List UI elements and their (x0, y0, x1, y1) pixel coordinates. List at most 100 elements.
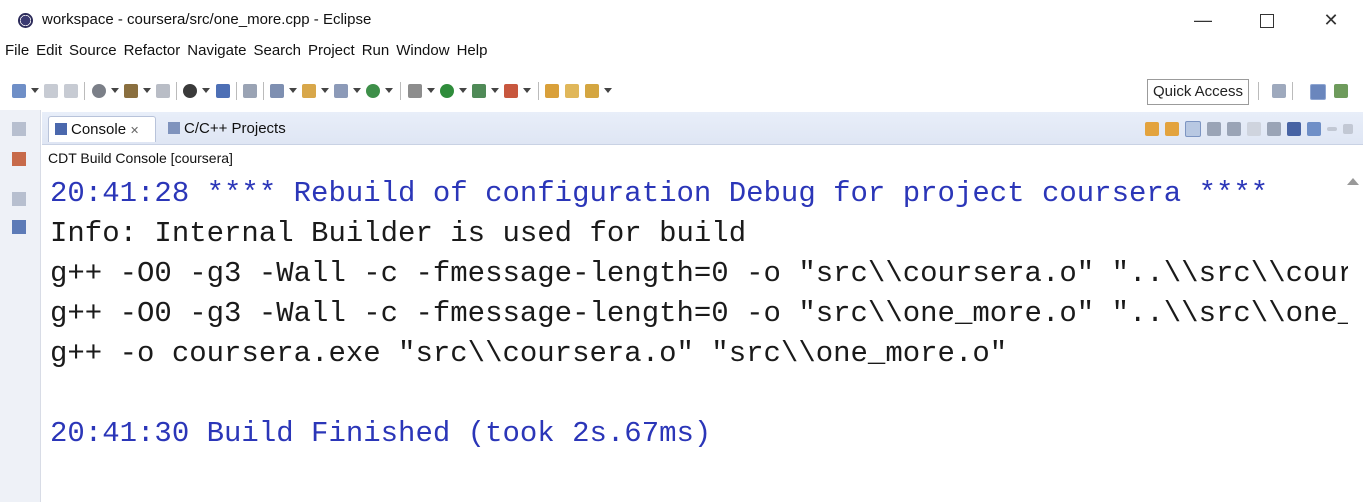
menu-window[interactable]: Window (396, 42, 449, 59)
maximize-icon (1260, 14, 1274, 28)
window-title: workspace - coursera/src/one_more.cpp - … (42, 11, 372, 28)
menu-edit[interactable]: Edit (36, 42, 62, 59)
debug-run-dropdown-icon[interactable] (427, 88, 435, 93)
open-console-icon[interactable] (1307, 121, 1321, 136)
terminal-icon[interactable] (216, 84, 230, 98)
menu-navigate[interactable]: Navigate (187, 42, 246, 59)
new-folder-icon[interactable] (302, 84, 316, 98)
console-line: g++ -O0 -g3 -Wall -c -fmessage-length=0 … (50, 297, 1348, 330)
restore-icon[interactable] (12, 192, 26, 206)
new-file-icon[interactable] (334, 84, 348, 98)
eclipse-logo-icon (18, 13, 33, 28)
clear-console-icon[interactable] (1247, 121, 1261, 136)
coverage-icon[interactable] (472, 84, 486, 98)
toolbar-separator (236, 82, 237, 100)
scroll-lock-icon[interactable] (1185, 120, 1201, 137)
toolbar-separator (176, 82, 177, 100)
vertical-scrollbar[interactable] (1343, 172, 1363, 502)
debug-bug-icon[interactable] (183, 84, 197, 98)
paste-icon[interactable] (1227, 121, 1241, 136)
tab-console-label: Console (71, 121, 127, 138)
toolbar-separator (1292, 82, 1293, 100)
tab-projects-label: C/C++ Projects (184, 120, 286, 137)
menu-source[interactable]: Source (69, 42, 117, 59)
debug-run-icon[interactable] (408, 84, 422, 98)
console-output[interactable]: 20:41:28 **** Rebuild of configuration D… (50, 174, 1348, 454)
build-dropdown-icon[interactable] (143, 88, 151, 93)
debug-perspective-icon[interactable] (1334, 84, 1348, 98)
maximize-button[interactable] (1244, 6, 1290, 34)
menu-run[interactable]: Run (362, 42, 390, 59)
new-dropdown-icon[interactable] (31, 88, 39, 93)
search-dropdown-icon[interactable] (604, 88, 612, 93)
console-line: 20:41:30 Build Finished (took 2s.67ms) (50, 417, 712, 450)
run-dropdown-icon[interactable] (459, 88, 467, 93)
menu-file[interactable]: File (5, 42, 29, 59)
console-line: g++ -o coursera.exe "src\\coursera.o" "s… (50, 337, 1008, 370)
outline-icon[interactable] (12, 220, 26, 234)
console-icon (55, 123, 67, 135)
save-all-icon[interactable] (64, 84, 78, 98)
menu-project[interactable]: Project (308, 42, 355, 59)
minimize-button[interactable]: — (1180, 6, 1226, 34)
new-class-dropdown-icon[interactable] (385, 88, 393, 93)
new-file-dropdown-icon[interactable] (353, 88, 361, 93)
quick-access-field[interactable]: Quick Access (1147, 79, 1249, 105)
new-project-icon[interactable] (270, 84, 284, 98)
console-line: g++ -O0 -g3 -Wall -c -fmessage-length=0 … (50, 257, 1348, 290)
run-icon[interactable] (440, 84, 454, 98)
toolbar-separator (400, 82, 401, 100)
new-class-icon[interactable] (366, 84, 380, 98)
console-name-label: CDT Build Console [coursera] (48, 150, 233, 166)
save-icon[interactable] (44, 84, 58, 98)
search-pencil-icon[interactable] (585, 84, 599, 98)
scroll-down-icon[interactable] (1145, 121, 1159, 136)
menu-bar: File Edit Source Refactor Navigate Search Proj… (0, 42, 1363, 68)
cpp-perspective-icon[interactable] (1310, 84, 1326, 100)
minimize-view-icon[interactable] (1327, 126, 1337, 131)
external-tools-icon[interactable] (504, 84, 518, 98)
title-bar: workspace - coursera/src/one_more.cpp - … (0, 0, 1363, 40)
build-config-dropdown-icon[interactable] (111, 88, 119, 93)
build-config-icon[interactable] (92, 84, 106, 98)
scroll-up-icon[interactable] (1165, 121, 1179, 136)
close-button[interactable]: ✕ (1308, 6, 1354, 34)
tab-cpp-projects[interactable]: C/C++ Projects (162, 116, 312, 142)
console-line: Info: Internal Builder is used for build (50, 217, 747, 250)
skip-breakpoints-icon[interactable] (243, 84, 257, 98)
menu-refactor[interactable]: Refactor (124, 42, 181, 59)
tab-console[interactable]: Console ✕ (48, 116, 156, 142)
menu-help[interactable]: Help (457, 42, 488, 59)
menu-search[interactable]: Search (253, 42, 301, 59)
toolbar-separator (1258, 82, 1259, 100)
open-element-icon[interactable] (565, 84, 579, 98)
print-icon[interactable] (156, 84, 170, 98)
console-line: 20:41:28 **** Rebuild of configuration D… (50, 177, 1269, 210)
toolbar-separator (263, 82, 264, 100)
close-tab-icon[interactable]: ✕ (130, 125, 139, 137)
open-perspective-icon[interactable] (1272, 84, 1286, 98)
maximize-view-icon[interactable] (1343, 123, 1353, 134)
external-tools-dropdown-icon[interactable] (523, 88, 531, 93)
main-toolbar: Quick Access (0, 76, 1363, 106)
restore-icon[interactable] (12, 122, 26, 136)
scroll-up-arrow-icon[interactable] (1347, 178, 1359, 185)
open-type-icon[interactable] (545, 84, 559, 98)
copy-icon[interactable] (1207, 121, 1221, 136)
new-icon[interactable] (12, 84, 26, 98)
project-explorer-icon[interactable] (12, 152, 26, 166)
new-folder-dropdown-icon[interactable] (321, 88, 329, 93)
toolbar-separator (84, 82, 85, 100)
debug-dropdown-icon[interactable] (202, 88, 210, 93)
coverage-dropdown-icon[interactable] (491, 88, 499, 93)
display-console-icon[interactable] (1287, 121, 1301, 136)
toolbar-separator (538, 82, 539, 100)
view-tab-bar: Console ✕ C/C++ Projects (42, 112, 1363, 145)
pin-console-icon[interactable] (1267, 121, 1281, 136)
view-toolbar (1139, 120, 1353, 138)
new-project-dropdown-icon[interactable] (289, 88, 297, 93)
console-view: Console ✕ C/C++ Projects CDT Build Consol… (42, 112, 1363, 502)
projects-icon (168, 122, 180, 134)
build-hammer-icon[interactable] (124, 84, 138, 98)
